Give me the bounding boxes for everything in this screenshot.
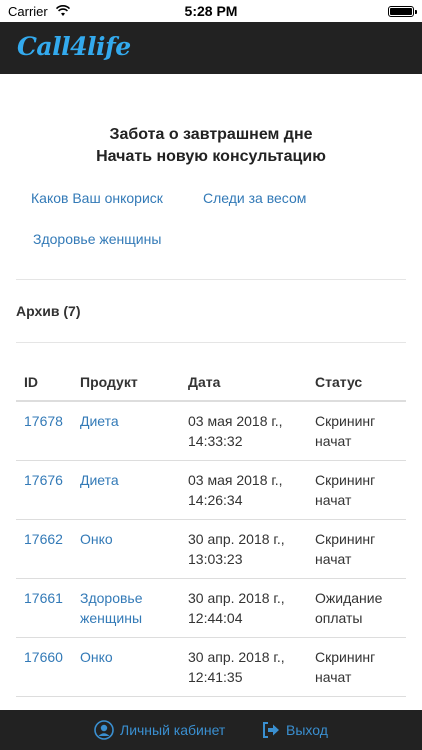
table-row[interactable]: 17660 Онко 30 апр. 2018 г., 12:41:35 Скр… — [16, 637, 406, 697]
order-id-link[interactable]: 17026 — [16, 696, 72, 710]
order-id-link[interactable]: 17678 — [16, 400, 72, 461]
column-header-date: Дата — [180, 364, 307, 402]
order-product-link[interactable]: Здоровье женщины — [72, 578, 180, 638]
order-date: 30 апр. 2018 г., 12:44:04 — [180, 578, 307, 638]
order-product-link[interactable]: Онко — [72, 637, 180, 697]
archive-title: Архив (7) — [16, 303, 81, 319]
order-id-link[interactable]: 17662 — [16, 519, 72, 579]
women-health-link[interactable]: Здоровье женщины — [33, 231, 161, 247]
weight-link[interactable]: Следи за весом — [203, 190, 306, 206]
column-header-id: ID — [16, 364, 72, 402]
tab-logout-label: Выход — [286, 722, 328, 738]
order-date: 30 апр. 2018 г., 13:03:23 — [180, 519, 307, 579]
table-row[interactable]: 17662 Онко 30 апр. 2018 г., 13:03:23 Скр… — [16, 519, 406, 579]
order-product-link[interactable]: Здоровье — [72, 696, 180, 710]
divider — [16, 279, 406, 280]
new-consultation-heading: Начать новую консультацию — [96, 148, 326, 165]
status-time: 5:28 PM — [184, 3, 238, 19]
order-status: Скрининг начат — [307, 637, 406, 697]
intro-block: Забота о завтрашнем дне Начать новую кон… — [0, 124, 422, 168]
table-header-row: ID Продукт Дата Статус — [16, 364, 406, 402]
order-date: 03 апр. 2018 г., — [180, 696, 307, 710]
order-date: 03 мая 2018 г., 14:26:34 — [180, 460, 307, 520]
oncorisk-link[interactable]: Каков Ваш онкориск — [31, 190, 163, 206]
main-content[interactable]: Забота о завтрашнем дне Начать новую кон… — [0, 74, 422, 710]
order-id-link[interactable]: 17660 — [16, 637, 72, 697]
orders-table: ID Продукт Дата Статус 17678 Диета 03 ма… — [16, 364, 406, 710]
battery-icon — [388, 6, 417, 17]
column-header-status: Статус — [307, 364, 406, 402]
order-status: Скрининг начат — [307, 400, 406, 461]
order-date: 03 мая 2018 г., 14:33:32 — [180, 400, 307, 461]
user-icon — [94, 720, 114, 740]
order-product-link[interactable]: Онко — [72, 519, 180, 579]
order-date: 30 апр. 2018 г., 12:41:35 — [180, 637, 307, 697]
intro-title: Забота о завтрашнем дне — [109, 126, 313, 143]
tab-personal-cabinet-label: Личный кабинет — [120, 722, 226, 738]
app-logo[interactable]: Call4life — [17, 32, 131, 61]
order-product-link[interactable]: Диета — [72, 400, 180, 461]
logout-icon — [263, 722, 279, 738]
bottom-tab-bar: Личный кабинет Выход — [0, 710, 422, 750]
table-row[interactable]: 17676 Диета 03 мая 2018 г., 14:26:34 Скр… — [16, 460, 406, 520]
divider — [16, 342, 406, 343]
order-id-link[interactable]: 17661 — [16, 578, 72, 638]
table-row[interactable]: 17678 Диета 03 мая 2018 г., 14:33:32 Скр… — [16, 400, 406, 461]
status-bar: Carrier 5:28 PM — [0, 0, 422, 22]
order-status: Ожидание оплаты — [307, 578, 406, 638]
order-id-link[interactable]: 17676 — [16, 460, 72, 520]
column-header-product: Продукт — [72, 364, 180, 402]
order-status: Завершен — [307, 696, 406, 710]
table-row[interactable]: 17026 Здоровье 03 апр. 2018 г., Завершен — [16, 696, 406, 710]
tab-personal-cabinet[interactable]: Личный кабинет — [94, 710, 225, 750]
table-row[interactable]: 17661 Здоровье женщины 30 апр. 2018 г., … — [16, 578, 406, 638]
order-status: Скрининг начат — [307, 460, 406, 520]
order-status: Скрининг начат — [307, 519, 406, 579]
order-product-link[interactable]: Диета — [72, 460, 180, 520]
app-header: Call4life — [0, 22, 422, 74]
tab-logout[interactable]: Выход — [262, 710, 328, 750]
